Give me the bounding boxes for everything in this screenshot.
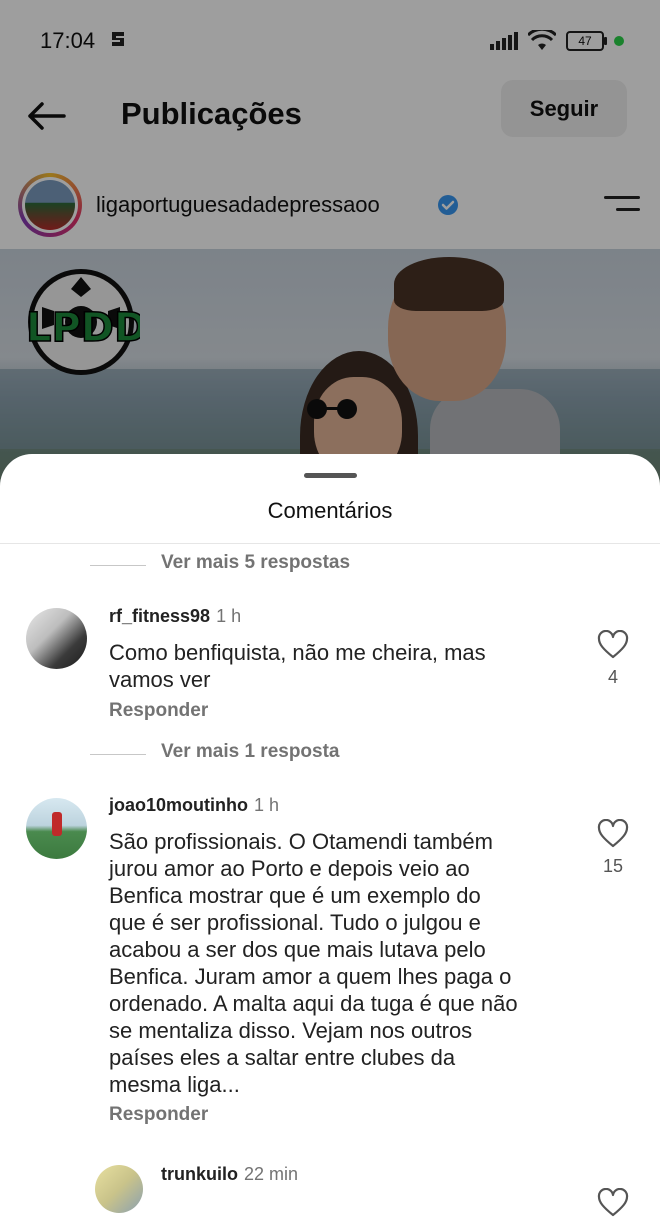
comment-time: 1 h bbox=[254, 795, 280, 815]
comments-sheet: Comentários Ver mais 5 respostas rf_fitn… bbox=[0, 454, 660, 1217]
comment-text: Como benfiquista, não me cheira, mas vam… bbox=[109, 640, 486, 692]
comment-time: 22 min bbox=[244, 1164, 299, 1184]
heart-icon[interactable] bbox=[597, 1188, 629, 1218]
comment-time: 1 h bbox=[216, 606, 242, 626]
dim-overlay[interactable] bbox=[0, 0, 660, 520]
reply-button[interactable]: Responder bbox=[109, 1104, 208, 1126]
comment-author[interactable]: trunkuilo 22 min bbox=[161, 1164, 298, 1185]
like-count: 15 bbox=[602, 856, 624, 876]
reply-button[interactable]: Responder bbox=[109, 700, 208, 722]
heart-icon[interactable] bbox=[597, 819, 629, 849]
sheet-title: Comentários bbox=[267, 498, 393, 523]
heart-icon[interactable] bbox=[597, 630, 629, 660]
comment-author[interactable]: joao10moutinho 1 h bbox=[109, 795, 279, 816]
like-count: 4 bbox=[607, 667, 618, 687]
divider bbox=[0, 543, 660, 544]
comment-text: São profissionais. O Otamendi também jur… bbox=[109, 829, 518, 1097]
drag-handle[interactable] bbox=[304, 473, 357, 478]
view-more-replies[interactable]: Ver mais 5 respostas bbox=[0, 551, 660, 581]
avatar[interactable] bbox=[95, 1165, 143, 1213]
avatar[interactable] bbox=[26, 608, 87, 669]
comment-author[interactable]: rf_fitness98 1 h bbox=[109, 606, 241, 627]
avatar[interactable] bbox=[26, 798, 87, 859]
view-more-replies[interactable]: Ver mais 1 resposta bbox=[0, 740, 660, 770]
view-more-replies-label[interactable]: Ver mais 1 resposta bbox=[161, 741, 340, 763]
view-more-replies-label[interactable]: Ver mais 5 respostas bbox=[161, 552, 350, 574]
